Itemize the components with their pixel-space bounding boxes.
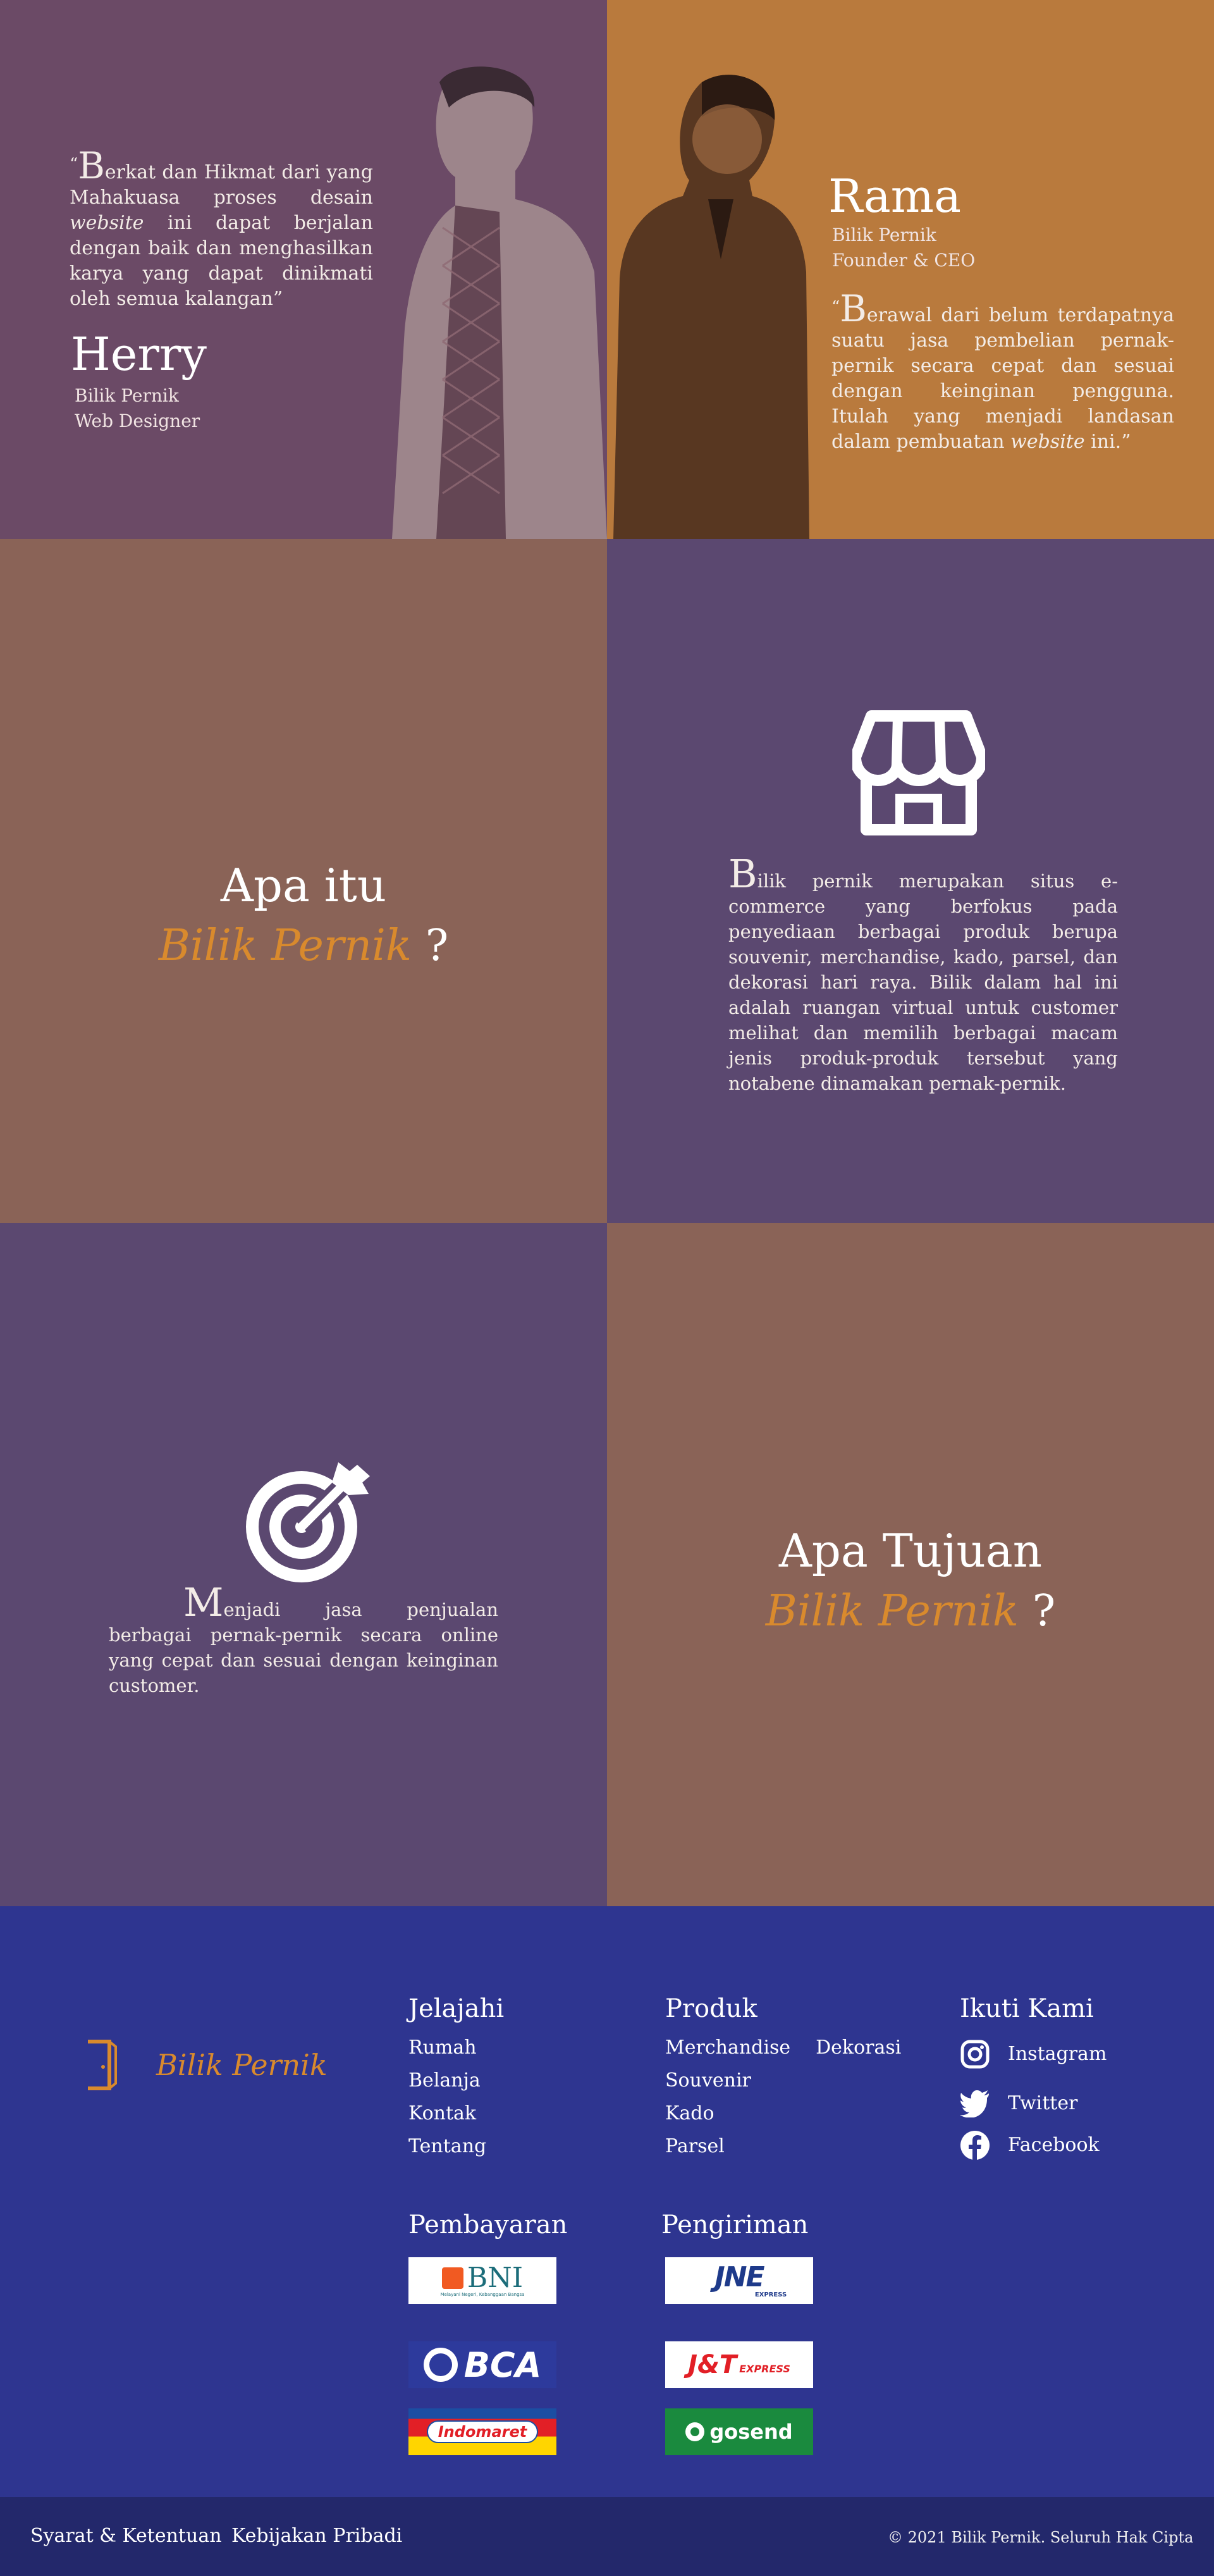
products-title: Produk [665,1994,757,2023]
instagram-icon [960,2039,990,2069]
bottom-bar: Syarat & Ketentuan Kebijakan Pribadi © 2… [0,2497,1214,2576]
about-heading-panel: Apa itu Bilik Pernik ? [0,539,607,1223]
link-parsel[interactable]: Parsel [665,2130,893,2163]
about-heading: Apa itu Bilik Pernik ? [0,855,607,977]
about-content-panel: Bilik pernik merupakan situs e-commerce … [607,539,1214,1223]
rama-photo [613,75,809,539]
link-tentang[interactable]: Tentang [408,2130,486,2163]
privacy-link[interactable]: Kebijakan Pribadi [231,2524,402,2549]
link-kontak[interactable]: Kontak [408,2097,486,2130]
indomaret-text: Indomaret [426,2420,539,2443]
herry-name: Herry [71,328,207,381]
rama-quote: “Berawal dari belum terdapatnya suatu ja… [831,287,1174,453]
bni-46-icon [441,2267,463,2289]
products-links: Merchandise Dekorasi Souvenir Kado Parse… [665,2031,901,2163]
herry-quote: “Berkat dan Hikmat dari yang Mahakuasa p… [70,144,373,310]
payment-title: Pembayaran [408,2210,568,2240]
about-title: Apa itu [220,859,387,912]
goal-paragraph: Menjadi jasa penjualan berbagai pernak-p… [109,1579,498,1697]
footer-logo[interactable]: Bilik Pernik [85,2039,328,2091]
copyright-text: © 2021 Bilik Pernik. Seluruh Hak Cipta [888,2529,1194,2546]
bni-tagline: Melayani Negeri, Kebanggaan Bangsa [440,2292,525,2297]
link-merchandise[interactable]: Merchandise [665,2031,790,2064]
team-rama-panel: Rama Bilik Pernik Founder & CEO “Berawal… [607,0,1214,539]
twitter-label: Twitter [1008,2092,1078,2114]
footer-logo-text: Bilik Pernik [156,2048,328,2082]
goal-title: Apa Tujuan [778,1524,1043,1577]
link-dekorasi[interactable]: Dekorasi [816,2031,901,2064]
rama-company: Bilik Pernik [832,225,936,245]
jne-logo: JNE EXPRESS [665,2257,813,2304]
facebook-label: Facebook [1008,2134,1100,2156]
social-facebook[interactable]: Facebook [960,2130,1100,2160]
herry-company: Bilik Pernik [75,385,179,406]
indomaret-logo: Indomaret [408,2408,556,2455]
team-herry-panel: “Berkat dan Hikmat dari yang Mahakuasa p… [0,0,607,539]
link-belanja[interactable]: Belanja [408,2064,486,2097]
bca-text: BCA [463,2345,542,2385]
social-instagram[interactable]: Instagram [960,2039,1107,2069]
goal-heading: Apa Tujuan Bilik Pernik ? [607,1520,1214,1642]
gosend-logo: gosend [665,2408,813,2455]
jnt-tagline: EXPRESS [739,2362,790,2375]
explore-links: Rumah Belanja Kontak Tentang [408,2031,486,2163]
gosend-text: gosend [709,2420,793,2444]
gosend-icon [685,2422,705,2441]
door-icon [88,2040,117,2090]
link-souvenir[interactable]: Souvenir [665,2064,893,2097]
bca-emblem-icon [423,2348,458,2382]
bni-logo: BNI Melayani Negeri, Kebanggaan Bangsa [408,2257,556,2304]
follow-title: Ikuti Kami [960,1994,1094,2023]
terms-link[interactable]: Syarat & Ketentuan [30,2524,222,2549]
twitter-icon [960,2088,990,2119]
jne-text: JNE [714,2260,764,2293]
rama-name: Rama [828,169,961,223]
social-twitter[interactable]: Twitter [960,2088,1077,2119]
bca-logo: BCA [408,2341,556,2388]
footer: Bilik Pernik Jelajahi Rumah Belanja Kont… [0,1906,1214,2497]
about-paragraph: Bilik pernik merupakan situs e-commerce … [728,851,1118,1095]
shipping-title: Pengiriman [661,2210,809,2240]
rama-role: Founder & CEO [832,250,976,271]
goal-brand: Bilik Pernik ? [765,1586,1056,1636]
jnt-logo: J&T EXPRESS [665,2341,813,2388]
link-kado[interactable]: Kado [665,2097,893,2130]
explore-title: Jelajahi [408,1994,505,2023]
goal-content-panel: Menjadi jasa penjualan berbagai pernak-p… [0,1223,607,1907]
about-brand: Bilik Pernik ? [158,921,449,971]
jne-tagline: EXPRESS [754,2291,787,2298]
bni-text: BNI [467,2262,524,2294]
herry-role: Web Designer [75,410,200,431]
facebook-icon [960,2130,990,2160]
herry-photo [392,66,607,539]
instagram-label: Instagram [1008,2043,1107,2065]
store-icon [852,710,985,835]
jnt-text: J&T [688,2350,737,2379]
target-icon [246,1462,370,1582]
goal-heading-panel: Apa Tujuan Bilik Pernik ? [607,1223,1214,1907]
link-rumah[interactable]: Rumah [408,2031,486,2064]
